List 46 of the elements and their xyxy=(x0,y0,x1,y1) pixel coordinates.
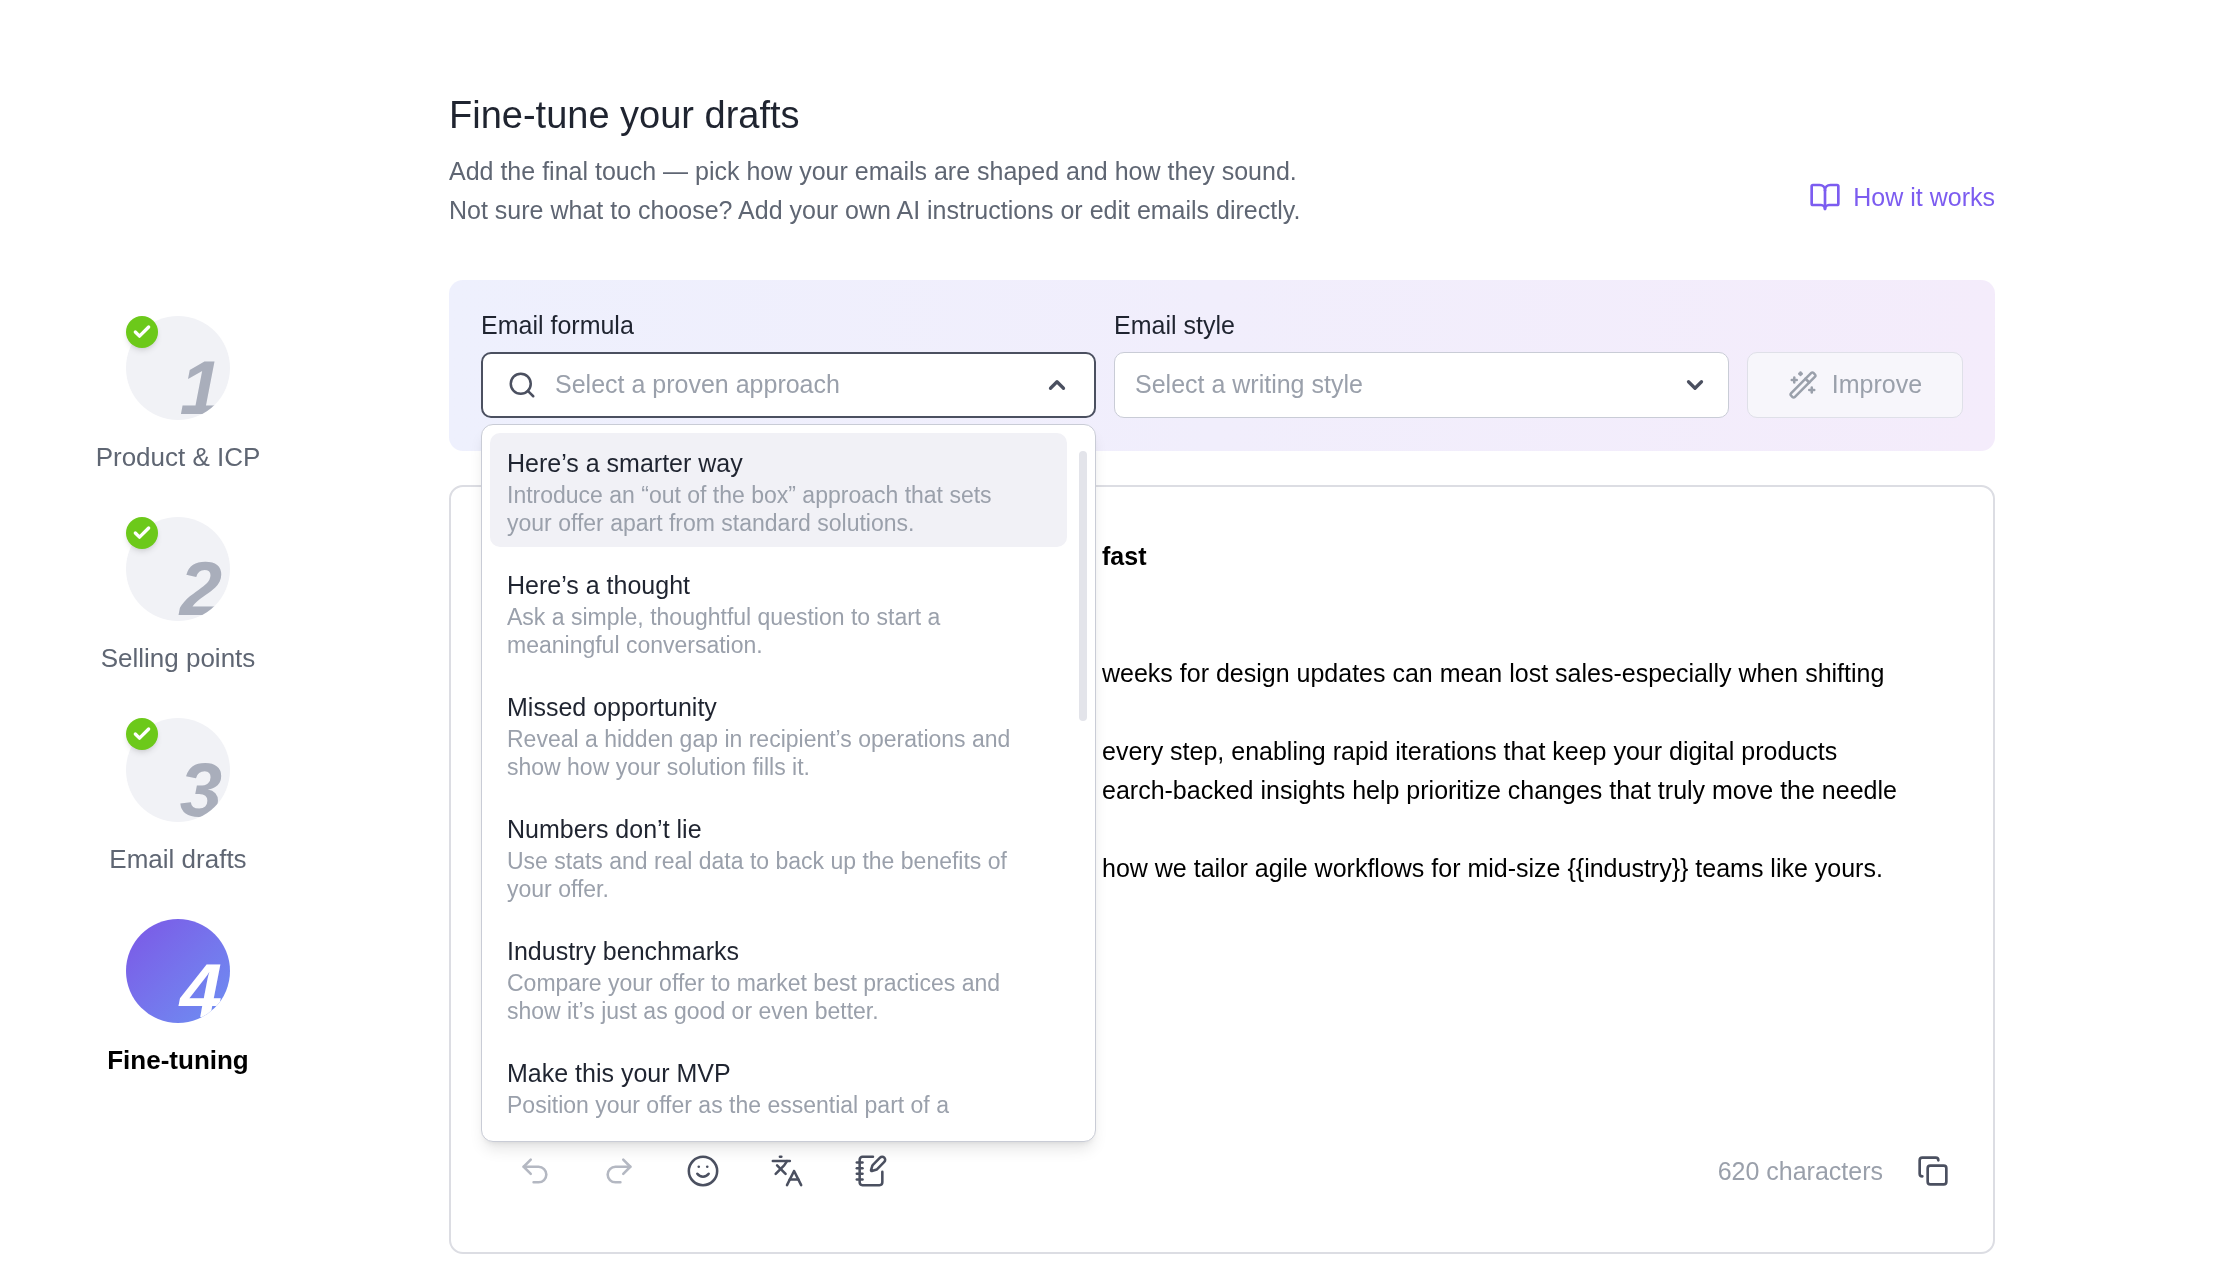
option-title: Here’s a smarter way xyxy=(507,448,744,479)
step-label[interactable]: Fine-tuning xyxy=(107,1041,249,1080)
dropdown-option[interactable]: Missed opportunity Reveal a hidden gap in recipient’s operations and show how your solution fills it. xyxy=(490,677,1067,791)
option-description: Ask a simple, thoughtful question to start a meaningful conversation. xyxy=(507,603,942,659)
email-text: weeks for design updates can mean lost sales-especially when shifting xyxy=(1102,658,1886,689)
email-text: how we tailor agile workflows for mid-size {{industry}} teams like yours. xyxy=(1102,853,1884,884)
search-icon xyxy=(507,370,537,400)
dropdown-option[interactable]: Industry benchmarks Compare your offer to market best practices and show it’s just as good or even better. xyxy=(490,921,1067,1035)
how-it-works-link[interactable]: How it works xyxy=(1809,178,1995,216)
scrollbar-thumb[interactable] xyxy=(1079,451,1087,721)
email-text: earch-backed insights help prioritize changes that truly move the needle xyxy=(1102,775,1898,806)
option-title: Numbers don’t lie xyxy=(507,814,703,845)
character-count: 620 characters xyxy=(1717,1155,1883,1187)
option-title: Here’s a thought xyxy=(507,570,691,601)
option-title: Missed opportunity xyxy=(507,692,718,723)
field-label: Email formula xyxy=(481,310,635,340)
dropdown-option[interactable]: Numbers don’t lie Use stats and real data to back up the benefits of your offer. xyxy=(490,799,1067,913)
magic-wand-icon xyxy=(1787,370,1818,400)
step-label[interactable]: Product & ICP xyxy=(95,438,261,477)
page-subtitle: Not sure what to choose? Add your own AI instructions or edit emails directly. xyxy=(449,195,1301,226)
step-number: 4 xyxy=(179,953,222,1023)
step-label[interactable]: Selling points xyxy=(100,639,256,678)
smiley-icon[interactable] xyxy=(686,1154,720,1189)
email-text: every step, enabling rapid iterations that keep your digital products xyxy=(1102,736,1839,767)
email-subject: fast xyxy=(1102,541,1148,572)
option-description: Reveal a hidden gap in recipient’s operations and show how your solution fills it. xyxy=(507,725,1012,781)
copy-icon[interactable] xyxy=(1917,1155,1949,1188)
translate-icon[interactable] xyxy=(770,1154,804,1189)
option-description: Position your offer as the essential part of a xyxy=(507,1091,950,1119)
option-title: Industry benchmarks xyxy=(507,936,741,967)
option-title: Make this your MVP xyxy=(507,1058,732,1089)
option-description: Compare your offer to market best practices and show it’s just as good or even better. xyxy=(507,969,1002,1025)
dropdown-option[interactable]: Here’s a thought Ask a simple, thoughtful question to start a meaningful conversation. xyxy=(490,555,1067,669)
step-number: 3 xyxy=(179,752,222,822)
dropdown-option[interactable]: Make this your MVP Position your offer as the essential part of a xyxy=(490,1043,1067,1141)
dropdown-option[interactable]: Here’s a smarter way Introduce an “out of the box” approach that sets your offer apart from standard solutions. xyxy=(490,433,1067,547)
notepad-pencil-icon[interactable] xyxy=(854,1154,888,1189)
option-description: Use stats and real data to back up the benefits of your offer. xyxy=(507,847,1008,903)
select-placeholder: Select a writing style xyxy=(1135,369,1364,401)
page-title: Fine-tune your drafts xyxy=(449,93,801,138)
page-subtitle: Add the final touch — pick how your emails are shaped and how they sound. xyxy=(449,156,1298,187)
field-label: Email style xyxy=(1114,310,1236,340)
step-label[interactable]: Email drafts xyxy=(109,840,247,879)
email-editor[interactable] xyxy=(449,485,1995,1254)
select-placeholder: Select a proven approach xyxy=(555,369,841,401)
option-description: Introduce an “out of the box” approach that sets your offer apart from standard solutions. xyxy=(507,481,993,537)
